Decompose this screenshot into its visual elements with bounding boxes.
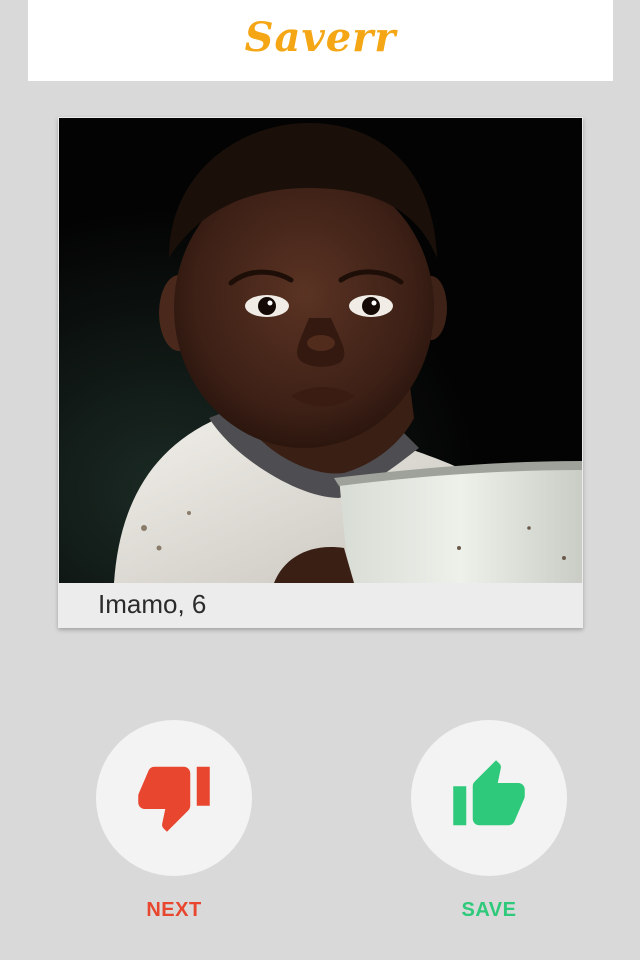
- app-header: Saverr: [28, 0, 613, 81]
- next-label[interactable]: NEXT: [96, 899, 252, 922]
- profile-card[interactable]: Imamo, 6: [58, 117, 583, 628]
- profile-photo: [59, 118, 582, 583]
- save-button[interactable]: [411, 720, 567, 876]
- thumbs-up-icon: [450, 757, 528, 840]
- app-title: Saverr: [244, 14, 397, 61]
- profile-caption: Imamo, 6: [98, 589, 207, 619]
- next-button[interactable]: [96, 720, 252, 876]
- save-label[interactable]: SAVE: [411, 899, 567, 922]
- thumbs-down-icon: [135, 757, 213, 840]
